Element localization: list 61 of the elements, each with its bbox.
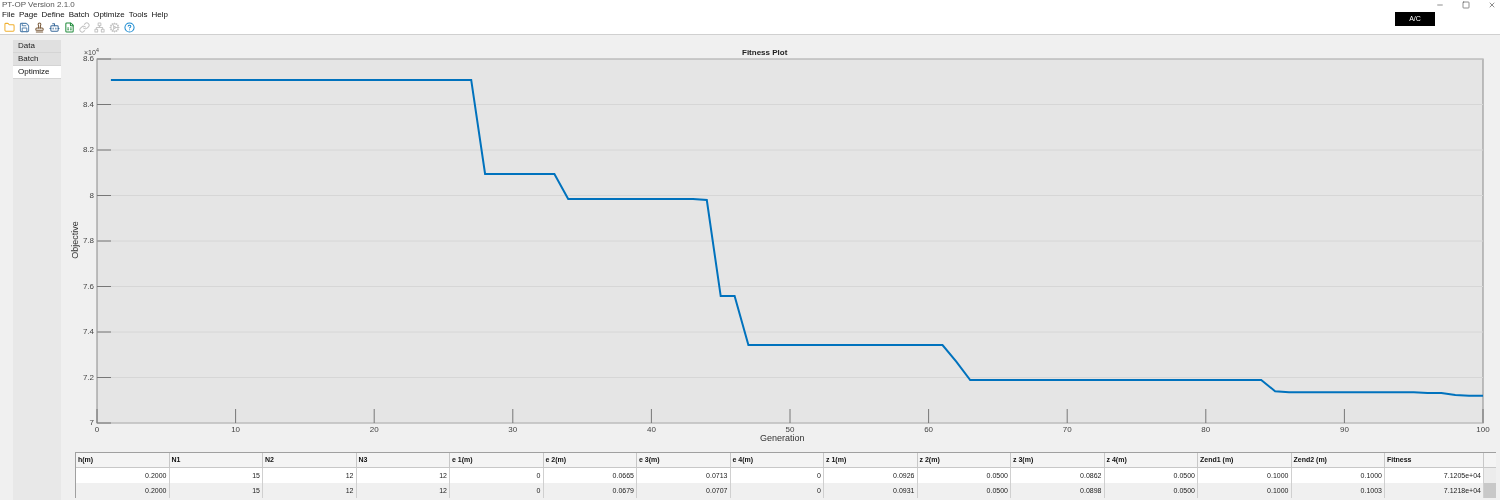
y-tick [96, 377, 112, 378]
side-tab[interactable]: Data [13, 40, 61, 53]
y-tick-label: 7.6 [81, 281, 94, 292]
robot-icon[interactable] [49, 21, 60, 33]
x-tick-label: 10 [230, 425, 242, 435]
y-tick-label: 8.4 [81, 99, 94, 110]
menu-item[interactable]: Batch [68, 9, 90, 21]
side-tab[interactable]: Optimize [13, 66, 61, 79]
y-tick [96, 195, 112, 196]
menu-item[interactable]: Help [151, 9, 168, 21]
y-tick-label: 7.4 [81, 327, 94, 337]
menu-item[interactable]: Page [18, 9, 38, 21]
y-tick [96, 149, 112, 151]
x-tick-label: 80 [1200, 425, 1212, 435]
y-tick [96, 422, 112, 424]
x-tick-label: 70 [1061, 425, 1073, 435]
x-tick [650, 408, 652, 424]
y-tick-label: 7 [88, 418, 94, 428]
stamp-icon[interactable] [34, 21, 45, 33]
menu-item[interactable]: Optimize [93, 9, 125, 21]
y-tick [96, 286, 112, 287]
save-icon[interactable] [19, 21, 30, 33]
y-tick-label: 8 [88, 190, 94, 201]
y-tick [96, 58, 112, 60]
y-tick-label: 8.6 [81, 54, 94, 64]
y-tick [96, 331, 112, 333]
x-tick [1205, 408, 1207, 424]
x-tick [96, 408, 98, 424]
maximize-icon[interactable] [1462, 0, 1470, 9]
x-tick-label: 30 [507, 425, 519, 435]
x-tick [1343, 408, 1345, 424]
y-tick [96, 240, 112, 242]
help-icon[interactable] [124, 21, 135, 33]
x-tick-label: 40 [645, 425, 657, 435]
y-axis-label: Objective [69, 221, 80, 259]
x-tick [1066, 408, 1068, 424]
x-tick-label: 0 [93, 425, 101, 435]
x-tick [373, 408, 375, 424]
x-tick [512, 408, 514, 424]
y-tick-label: 7.2 [81, 372, 94, 383]
x-tick-label: 90 [1338, 425, 1350, 435]
menu-item[interactable]: Define [41, 9, 65, 21]
x-tick-label: 60 [923, 425, 935, 435]
x-tick [789, 408, 791, 424]
x-tick [928, 408, 930, 424]
folder-icon[interactable] [4, 21, 15, 33]
x-axis-label: Generation [760, 433, 805, 443]
menu-item[interactable]: Tools [128, 9, 148, 21]
window-title: PT-OP Version 2.1.0 [2, 0, 75, 9]
x-tick [1482, 408, 1484, 424]
spreadsheet-icon[interactable] [64, 21, 75, 33]
side-tab[interactable]: Batch [13, 53, 61, 66]
menu-item[interactable]: File [2, 9, 15, 21]
x-tick-label: 100 [1475, 425, 1491, 435]
y-tick-label: 8.2 [81, 145, 94, 155]
x-tick-label: 20 [368, 425, 380, 435]
x-tick [235, 408, 237, 424]
chart-title: Fitness Plot [742, 48, 788, 58]
close-icon[interactable] [1488, 0, 1496, 9]
x-tick-label: 50 [784, 425, 796, 434]
y-tick [96, 104, 112, 105]
